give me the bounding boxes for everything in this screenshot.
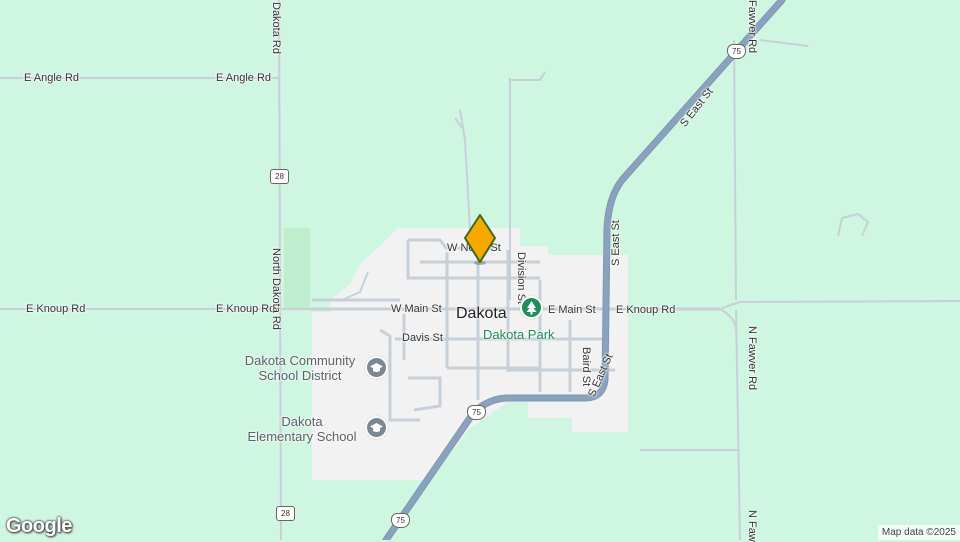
route-75-shield: 75 (467, 405, 486, 420)
school-label-line: School District (258, 368, 342, 383)
road-label-e-main-st: E Main St (548, 304, 596, 316)
google-logo: Google (6, 515, 72, 537)
road-label-davis-st: Davis St (402, 332, 443, 344)
road-label-north-dakota-rd: North Dakota Rd (270, 248, 282, 330)
road-label-division-st: Division St (515, 252, 527, 304)
road-label-baird-st: Baird St (580, 347, 592, 387)
road-label-e-knoup-rd: E Knoup Rd (26, 303, 86, 315)
park-label[interactable]: Dakota Park (483, 327, 555, 342)
school-label-community[interactable]: Dakota Community School District (236, 353, 364, 383)
park-tree-icon[interactable] (520, 296, 543, 319)
road-label-e-knoup-rd: E Knoup Rd (616, 304, 676, 316)
graduation-cap-icon (370, 423, 383, 432)
school-label-line: Dakota (281, 414, 323, 429)
school-label-elementary[interactable]: Dakota Elementary School (240, 414, 364, 444)
road-label-n-fawver-rd: N Faw (746, 510, 758, 542)
school-label-line: Dakota Community (244, 353, 356, 368)
road-label-north-dakota-rd: Dakota Rd (270, 2, 282, 54)
road-label-fawver-rd: Fawver Rd (746, 0, 758, 54)
school-label-line: Elementary School (247, 429, 357, 444)
tree-icon (526, 301, 537, 315)
route-28-shield: 28 (270, 169, 289, 184)
route-28-shield: 28 (276, 506, 295, 521)
town-label: Dakota (456, 305, 507, 322)
green-strip (284, 228, 310, 308)
road-label-e-angle-rd: E Angle Rd (216, 72, 272, 84)
school-icon[interactable] (365, 416, 388, 439)
school-icon[interactable] (365, 356, 388, 379)
graduation-cap-icon (370, 363, 383, 372)
map-canvas[interactable] (0, 0, 960, 540)
road-label-s-east-st: S East St (610, 220, 622, 266)
location-marker-icon[interactable] (462, 212, 498, 268)
road-label-e-knoup-rd: E Knoup Rd (216, 303, 276, 315)
map-attribution[interactable]: Map data ©2025 (877, 525, 960, 540)
route-75-shield: 75 (391, 513, 410, 528)
road-label-n-fawver-rd: N Fawver Rd (746, 326, 758, 391)
route-75-shield: 75 (727, 44, 746, 59)
road-label-w-main-st: W Main St (391, 303, 442, 315)
road-label-e-angle-rd: E Angle Rd (24, 72, 80, 84)
